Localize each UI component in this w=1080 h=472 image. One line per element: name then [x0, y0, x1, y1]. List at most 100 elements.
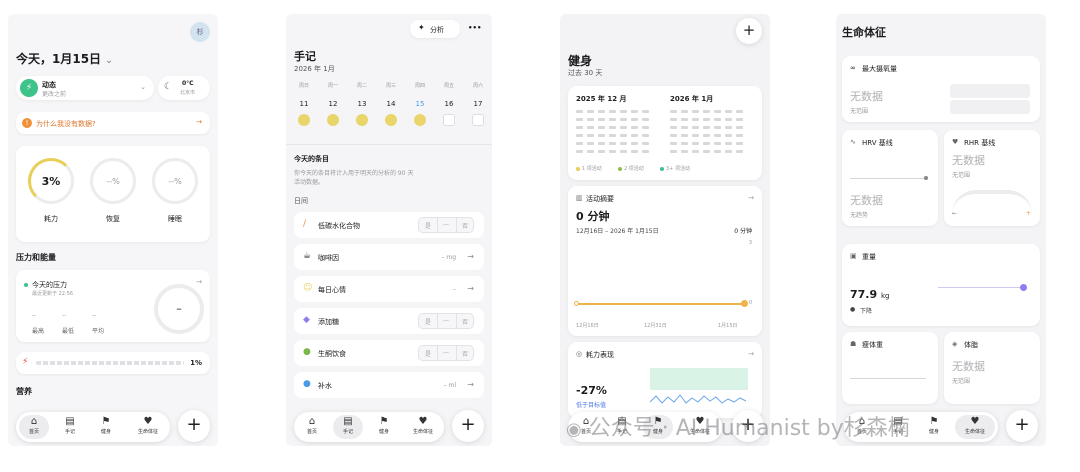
- add-button[interactable]: +: [178, 410, 210, 442]
- summary-title: 活动摘要: [586, 195, 614, 203]
- fat-norange: 无范围: [952, 378, 971, 385]
- date-label[interactable]: 17: [468, 100, 488, 108]
- day-mood-marker[interactable]: [298, 114, 310, 126]
- axis-d2: 12月31日: [644, 323, 667, 329]
- day-mood-marker[interactable]: [327, 114, 339, 126]
- heatmap-cell: [620, 110, 627, 113]
- journal-item-caffeine[interactable]: ☕ 咖啡因 – mg →: [294, 244, 484, 270]
- sleep-ring[interactable]: --%: [152, 158, 198, 204]
- journal-item-mood[interactable]: ☺ 每日心情 – →: [294, 276, 484, 302]
- weekday-label: 周五: [443, 83, 454, 89]
- summary-range: 12月16日 – 2026 年 1月15日: [576, 228, 659, 235]
- add-button[interactable]: +: [1006, 410, 1038, 442]
- no-data-alert[interactable]: ! 为什么我没有数据? →: [16, 112, 210, 134]
- activity-selector[interactable]: ⚡ 动态 更改之前 ⌄: [16, 76, 154, 100]
- vo2-placeholder-bar: [950, 84, 1030, 98]
- heatmap-cell: [681, 134, 688, 137]
- avocado-icon: ●: [303, 347, 311, 357]
- heart-icon: ♥: [952, 138, 959, 146]
- heatmap-cell: [609, 134, 616, 137]
- heatmap-cell: [631, 118, 638, 121]
- strain-ring[interactable]: 3%: [28, 158, 74, 204]
- stat-high-value: --: [32, 312, 37, 319]
- tab-home[interactable]: ⌂ 首页: [19, 415, 49, 439]
- hrv-title: HRV 基线: [862, 139, 893, 147]
- watermark: ◉ 公众号 · AI Humanist by杉森楠: [566, 416, 910, 441]
- add-button[interactable]: +: [736, 18, 762, 44]
- day-mood-marker[interactable]: [356, 114, 368, 126]
- heatmap-cell: [681, 110, 688, 113]
- weekday-label: 周三: [385, 83, 396, 89]
- tab-home[interactable]: ⌂ 首页: [297, 415, 327, 439]
- tab-journal[interactable]: ▤ 手记: [55, 415, 85, 439]
- arrow-right-icon: →: [467, 284, 474, 293]
- stat-high-label: 最高: [32, 328, 45, 335]
- activity-summary-card[interactable]: ▥ 活动摘要 → 0 分钟 12月16日 – 2026 年 1月15日 0 分钟…: [568, 186, 762, 336]
- month-label: 2026 年 1月: [294, 65, 335, 73]
- journal-item-sugar[interactable]: ◆ 添加糖 是 — 否: [294, 308, 484, 334]
- date-label[interactable]: 11: [294, 100, 314, 108]
- lean-mass-card[interactable]: ☗ 瘦体重: [842, 332, 938, 404]
- heatmap-cell: [609, 142, 616, 145]
- tab-fitness[interactable]: ⚑ 健身: [369, 415, 399, 439]
- recovery-ring[interactable]: --%: [90, 158, 136, 204]
- day-mood-marker[interactable]: [385, 114, 397, 126]
- page-subtitle: 过去 30 天: [568, 69, 603, 77]
- run-icon: ⚑: [101, 416, 111, 427]
- day-mood-marker[interactable]: [472, 114, 484, 126]
- item-label: 每日心情: [318, 286, 346, 294]
- weight-value: 77.9 kg: [850, 288, 890, 301]
- sleep-value: --%: [168, 177, 182, 186]
- strain-value: 3%: [41, 175, 61, 188]
- tab-vitals[interactable]: ♥ 生命体征: [129, 415, 167, 439]
- energy-bar: [36, 361, 184, 365]
- vo2-nodata: 无数据: [850, 90, 883, 103]
- date-label[interactable]: 13: [352, 100, 372, 108]
- vo2-placeholder-bar-2: [950, 100, 1030, 114]
- more-button[interactable]: •••: [468, 24, 481, 32]
- heatmap-cell: [692, 134, 699, 137]
- heatmap-cell: [692, 142, 699, 145]
- heatmap-cell: [609, 150, 616, 153]
- legend-dot-1: [576, 167, 580, 171]
- body-icon: ☗: [850, 340, 857, 348]
- energy-card[interactable]: ⚡ 1%: [16, 352, 210, 374]
- journal-item-carbs[interactable]: / 低碳水化合物 是 — 否: [294, 212, 484, 238]
- stress-card[interactable]: 今天的压力 最近更新于 22:56 → – -- -- -- 最高 最低 平均: [16, 270, 210, 342]
- yes-no-toggle[interactable]: 是 — 否: [418, 345, 474, 361]
- day-mood-marker[interactable]: [443, 114, 455, 126]
- tab-fitness[interactable]: ⚑ 健身: [91, 415, 121, 439]
- add-button[interactable]: +: [452, 410, 484, 442]
- date-label[interactable]: 15: [410, 100, 430, 108]
- journal-icon: ▤: [343, 416, 353, 427]
- heatmap-cell: [670, 142, 677, 145]
- heatmap-cell: [598, 126, 605, 129]
- avatar[interactable]: 杉: [190, 22, 210, 42]
- journal-item-water[interactable]: ● 补水 – ml →: [294, 372, 484, 398]
- daytime-label: 日间: [294, 197, 308, 205]
- analyze-button[interactable]: ✦ 分析: [410, 20, 460, 38]
- tab-vitals[interactable]: ♥ 生命体征: [404, 415, 442, 439]
- date-label[interactable]: 12: [323, 100, 343, 108]
- yes-no-toggle[interactable]: 是 — 否: [418, 217, 474, 233]
- weight-card[interactable]: ▣ 重量 77.9 kg ● 下降: [842, 244, 1040, 326]
- body-fat-card[interactable]: ◈ 体脂 无数据 无范围: [944, 332, 1040, 404]
- hrv-card[interactable]: ∿ HRV 基线 无数据 无趋势: [842, 130, 938, 226]
- date-label[interactable]: 16: [439, 100, 459, 108]
- date-label[interactable]: 14: [381, 100, 401, 108]
- strain-performance-card[interactable]: ◎ 耗力表现 → -27% 低于目标值: [568, 342, 762, 418]
- vo2max-card[interactable]: ∞ 最大摄氧量 无数据 无范围: [842, 56, 1040, 122]
- rhr-card[interactable]: ♥ RHR 基线 无数据 无范围 ← +: [944, 130, 1040, 226]
- weather-widget[interactable]: ☾ 0°C 北京市: [158, 76, 210, 100]
- journal-item-keto[interactable]: ● 生酮饮食 是 — 否: [294, 340, 484, 366]
- day-mood-marker[interactable]: [414, 114, 426, 126]
- tab-fitness[interactable]: ⚑ 健身: [919, 415, 949, 439]
- heatmap-cell: [631, 126, 638, 129]
- activity-heatmap-card[interactable]: 2025 年 12 月 2026 年 1月 1 项活动 2 项活动 3+ 项活动: [568, 86, 762, 180]
- tab-vitals[interactable]: ♥ 生命体征: [955, 415, 995, 439]
- tab-journal[interactable]: ▤ 手记: [333, 415, 363, 439]
- info-icon: !: [22, 118, 32, 128]
- heatmap-cell: [703, 142, 710, 145]
- yes-no-toggle[interactable]: 是 — 否: [418, 313, 474, 329]
- recovery-label: 恢复: [106, 215, 120, 223]
